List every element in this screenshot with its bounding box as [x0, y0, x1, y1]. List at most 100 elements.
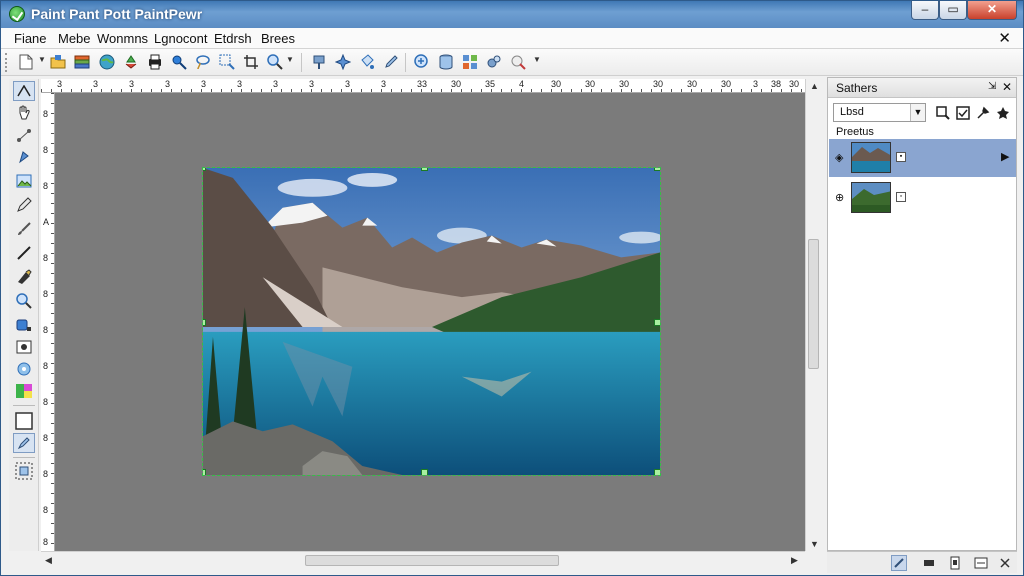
- pencil-icon[interactable]: [13, 195, 35, 215]
- duplicate-layer-icon[interactable]: [947, 555, 963, 571]
- layer-row[interactable]: ⊕ ▫: [829, 179, 1016, 217]
- shape-icon[interactable]: [13, 147, 35, 167]
- ruler-label: 3: [165, 79, 171, 89]
- maximize-button[interactable]: ▭: [939, 1, 967, 20]
- menu-close-icon[interactable]: ✕: [998, 29, 1011, 47]
- layer-expand-icon[interactable]: ▶: [1001, 150, 1009, 163]
- blur-icon[interactable]: [13, 359, 35, 379]
- menu-edit[interactable]: Mebe: [58, 31, 91, 46]
- visibility-icon[interactable]: ◈: [835, 151, 843, 164]
- layers-panel: Sathers ⇲ ✕ Lbsd ▼ Preetus ◈ ▪ ▶ ⊕ ▫: [827, 77, 1017, 551]
- palette-icon[interactable]: [13, 381, 35, 401]
- layer-zoom-icon[interactable]: [934, 104, 951, 121]
- properties-icon[interactable]: [973, 555, 989, 571]
- toolbar-grip[interactable]: [5, 53, 9, 72]
- tool-palette: [9, 79, 39, 551]
- scroll-up-icon[interactable]: ▲: [810, 81, 819, 91]
- print-icon[interactable]: [146, 53, 164, 71]
- vertical-scroll-thumb[interactable]: [808, 239, 819, 369]
- effects-icon[interactable]: [509, 53, 527, 71]
- effects-dropdown-icon[interactable]: ▼: [533, 55, 541, 64]
- ruler-label: 3: [93, 79, 99, 89]
- menu-help[interactable]: Brees: [261, 31, 295, 46]
- open-icon[interactable]: [49, 53, 67, 71]
- resize-handle-sw[interactable]: [203, 469, 206, 475]
- ruler-label: 8: [43, 469, 49, 479]
- marquee-icon[interactable]: [13, 461, 35, 481]
- menu-file[interactable]: Fiane: [14, 31, 47, 46]
- vertical-scrollbar[interactable]: ▲ ▼: [805, 79, 821, 551]
- app-logo-icon: [9, 6, 25, 22]
- new-document-icon[interactable]: [17, 53, 35, 71]
- magic-wand-icon[interactable]: [170, 53, 188, 71]
- zoom-in-icon[interactable]: [413, 53, 431, 71]
- lasso-icon[interactable]: [194, 53, 212, 71]
- layer-check-icon[interactable]: [954, 104, 971, 121]
- recycle-icon[interactable]: [122, 53, 140, 71]
- hand-icon[interactable]: [13, 103, 35, 123]
- panel-pin-icon[interactable]: ⇲: [988, 81, 996, 92]
- grid-icon[interactable]: [461, 53, 479, 71]
- visibility-icon[interactable]: ⊕: [835, 191, 844, 204]
- zoom-icon[interactable]: [266, 53, 284, 71]
- globe-icon[interactable]: [98, 53, 116, 71]
- text-icon[interactable]: [13, 267, 35, 287]
- stamp-icon[interactable]: [13, 337, 35, 357]
- line-icon[interactable]: [13, 243, 35, 263]
- layer-row[interactable]: ◈ ▪ ▶: [829, 139, 1016, 177]
- ruler-label: 30: [619, 79, 630, 89]
- panel-close-icon[interactable]: ✕: [1002, 80, 1012, 94]
- fill-icon[interactable]: [13, 315, 35, 335]
- resize-handle-w[interactable]: [203, 319, 206, 326]
- paint-bucket-icon[interactable]: [358, 53, 376, 71]
- toolbar-separator: [405, 53, 406, 72]
- flag-icon[interactable]: [921, 555, 937, 571]
- resize-handle-e[interactable]: [654, 319, 660, 326]
- layer-mask-icon[interactable]: ▫: [896, 192, 906, 202]
- blend-mode-select[interactable]: Lbsd ▼: [833, 103, 926, 122]
- scroll-left-icon[interactable]: ◀: [45, 555, 52, 566]
- zoom-select-icon[interactable]: [218, 53, 236, 71]
- menu-view[interactable]: Wonmns: [97, 31, 148, 46]
- resize-handle-n[interactable]: [421, 168, 428, 171]
- zoom-icon[interactable]: [13, 291, 35, 311]
- scroll-down-icon[interactable]: ▼: [810, 539, 819, 549]
- layer-tools-icon[interactable]: [974, 104, 991, 121]
- layers-icon[interactable]: [73, 53, 91, 71]
- sparkle-icon[interactable]: [334, 53, 352, 71]
- layer-mask-icon[interactable]: ▪: [896, 152, 906, 162]
- horizontal-scrollbar[interactable]: ◀ ▶: [41, 551, 805, 568]
- scroll-right-icon[interactable]: ▶: [791, 555, 798, 566]
- zoom-dropdown-icon[interactable]: ▼: [286, 55, 294, 64]
- database-icon[interactable]: [437, 53, 455, 71]
- brush-icon[interactable]: [13, 219, 35, 239]
- resize-handle-nw[interactable]: [203, 168, 206, 171]
- chevron-down-icon[interactable]: ▼: [910, 104, 925, 121]
- resize-handle-se[interactable]: [654, 469, 660, 475]
- delete-layer-icon[interactable]: [997, 555, 1013, 571]
- layer-thumbnail: [851, 142, 891, 173]
- resize-handle-s[interactable]: [421, 469, 428, 475]
- new-dropdown-icon[interactable]: ▼: [38, 55, 46, 64]
- crop-icon[interactable]: [242, 53, 260, 71]
- eyedropper-icon[interactable]: [382, 53, 400, 71]
- horizontal-scroll-thumb[interactable]: [305, 555, 559, 566]
- gears-icon[interactable]: [485, 53, 503, 71]
- close-button[interactable]: ✕: [967, 1, 1017, 20]
- canvas-area[interactable]: [55, 93, 805, 551]
- menu-layers[interactable]: Etdrsh: [214, 31, 252, 46]
- pointer-icon[interactable]: [13, 81, 35, 101]
- image-icon[interactable]: [13, 171, 35, 191]
- rectangle-select-icon[interactable]: [13, 411, 35, 431]
- vertical-ruler: 8 8 8 A 8 8 8 8 8 8 8 8 8: [41, 93, 55, 551]
- minimize-button[interactable]: ‒: [911, 1, 939, 20]
- move-icon[interactable]: [13, 125, 35, 145]
- ruler-label: 8: [43, 289, 49, 299]
- dropper-icon[interactable]: [13, 433, 35, 453]
- image-selection[interactable]: [202, 167, 661, 476]
- layer-effects-icon[interactable]: [994, 104, 1011, 121]
- new-layer-icon[interactable]: [891, 555, 907, 571]
- pin-icon[interactable]: [310, 53, 328, 71]
- resize-handle-ne[interactable]: [654, 168, 660, 171]
- menu-image[interactable]: Lgnocont: [154, 31, 208, 46]
